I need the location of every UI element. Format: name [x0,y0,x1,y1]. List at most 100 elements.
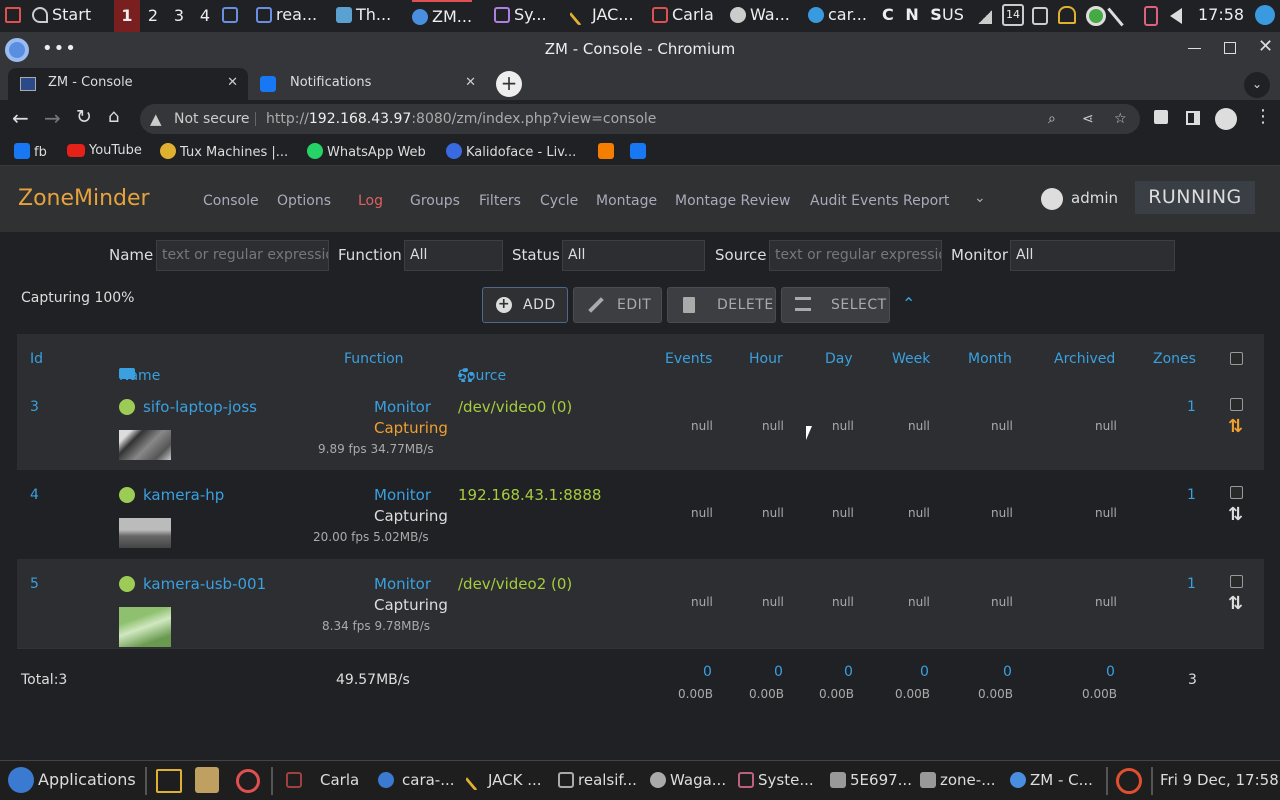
calendar-icon[interactable]: 14 [1002,4,1024,26]
task-system[interactable]: Syste... [738,771,814,789]
week-count[interactable]: null [908,595,930,609]
new-tab-icon[interactable]: + [496,71,522,97]
total-month[interactable]: 0 [1003,664,1012,680]
bookmark-youtube[interactable]: YouTube [67,143,142,158]
sort-arrows-icon[interactable]: ⇅ [1228,504,1243,525]
day-count[interactable]: null [832,506,854,520]
monitor-source[interactable]: /dev/video2 (0) [458,575,572,593]
minimize-icon[interactable] [1188,48,1201,49]
total-events[interactable]: 0 [703,664,712,680]
zoom-icon[interactable]: ⌕ [1048,104,1056,134]
monitor-name[interactable]: kamera-hp [119,486,224,504]
events-count[interactable]: null [691,506,713,520]
sort-arrows-icon[interactable]: ⇅ [1228,593,1243,614]
bookmark-facebook-icon[interactable] [630,143,650,160]
share-icon[interactable]: ⋖ [1082,104,1094,134]
url-text[interactable]: http://192.168.43.97:8080/zm/index.php?v… [266,104,656,134]
month-count[interactable]: null [991,595,1013,609]
monitor-name[interactable]: sifo-laptop-joss [119,398,257,416]
task-terminal-2[interactable]: rea... [256,5,317,24]
col-zones[interactable]: Zones [1153,351,1196,367]
user-name[interactable]: admin [1071,189,1118,207]
reload-icon[interactable]: ↻ [76,106,92,128]
extensions-icon[interactable] [1154,110,1168,124]
bookmark-tux-machines[interactable]: Tux Machines |... [160,143,288,160]
row-checkbox[interactable] [1230,398,1243,411]
task-zm-console[interactable]: ZM - C... [1010,771,1093,789]
hour-count[interactable]: null [762,506,784,520]
monitor-function[interactable]: Monitor [374,575,431,593]
task-jack[interactable]: JACK ... [464,768,542,792]
run-state-button[interactable]: RUNNING [1135,181,1255,214]
month-count[interactable]: null [991,506,1013,520]
bookmark-blogger-icon[interactable] [598,143,618,160]
filter-monitor-select[interactable]: All [1010,240,1175,271]
task-carla[interactable]: Carla [286,771,359,789]
task-system-monitor[interactable]: Sy... [494,5,547,24]
taskbar-clock[interactable]: Fri 9 Dec, 17:58 [1160,771,1279,789]
power-icon[interactable] [1116,768,1142,794]
total-archived[interactable]: 0 [1106,664,1115,680]
start-button[interactable]: Start [32,5,91,24]
disk-icon[interactable] [1086,6,1106,26]
zones-count[interactable]: 1 [1187,487,1196,503]
battery-icon[interactable] [1144,6,1158,26]
block-icon[interactable] [236,769,260,793]
workspace-3[interactable]: 3 [166,0,192,32]
nav-console[interactable]: Console [203,193,259,209]
task-5e697[interactable]: 5E697... [830,771,912,789]
total-day[interactable]: 0 [844,664,853,680]
select-button[interactable]: SELECT [781,287,890,323]
task-terminal[interactable] [222,5,242,24]
task-jack[interactable]: JAC... [568,3,634,27]
col-id[interactable]: Id [30,351,43,367]
events-count[interactable]: null [691,595,713,609]
task-cara[interactable]: cara-... [378,771,455,789]
col-function[interactable]: Function [344,351,404,367]
monitor-id[interactable]: 5 [30,576,39,592]
task-carla[interactable]: Carla [652,5,714,24]
more-options-icon[interactable]: ••• [42,38,77,59]
nav-cycle[interactable]: Cycle [540,193,578,209]
month-count[interactable]: null [991,419,1013,433]
task-files[interactable]: Th... [336,5,391,24]
bookmark-whatsapp[interactable]: WhatsApp Web [307,143,426,160]
applications-menu[interactable]: Applications [8,767,136,793]
monitor-function[interactable]: Monitor [374,486,431,504]
task-realsif[interactable]: realsif... [558,771,637,789]
day-count[interactable]: null [832,595,854,609]
archived-count[interactable]: null [1095,595,1117,609]
task-zone[interactable]: zone-... [920,771,996,789]
filter-function-select[interactable]: All [404,240,503,271]
row-checkbox[interactable] [1230,575,1243,588]
user-avatar-icon[interactable] [1041,188,1063,210]
add-button[interactable]: + ADD [482,287,568,323]
task-cara[interactable]: car... [808,5,867,24]
profile-icon[interactable] [1215,108,1237,130]
clock[interactable]: 17:58 [1198,5,1244,24]
hour-count[interactable]: null [762,595,784,609]
nav-groups[interactable]: Groups [410,193,460,209]
monitor-id[interactable]: 4 [30,487,39,503]
workspace-4[interactable]: 4 [192,0,218,32]
zones-count[interactable]: 1 [1187,399,1196,415]
day-count[interactable]: null [832,419,854,433]
week-count[interactable]: null [908,419,930,433]
monitor-source[interactable]: /dev/video0 (0) [458,398,572,416]
week-count[interactable]: null [908,506,930,520]
tab-search-icon[interactable]: ⌄ [1244,72,1270,98]
file-manager-icon[interactable] [156,769,182,793]
total-hour[interactable]: 0 [774,664,783,680]
nav-log[interactable]: Log [358,193,383,209]
edit-button[interactable]: EDIT [573,287,662,323]
lock-icon[interactable] [1032,7,1048,25]
nav-montage[interactable]: Montage [596,193,657,209]
menu-dots-icon[interactable]: ⋮ [1254,106,1272,127]
monitor-source[interactable]: 192.168.43.1:8888 [458,486,601,504]
hour-count[interactable]: null [762,419,784,433]
screenshot-icon[interactable] [195,767,219,793]
close-tab-icon[interactable]: ✕ [227,68,238,98]
sort-arrows-icon[interactable]: ⇅ [1228,416,1243,437]
workspace-2[interactable]: 2 [140,0,166,32]
workspace-1[interactable]: 1 [114,0,140,32]
